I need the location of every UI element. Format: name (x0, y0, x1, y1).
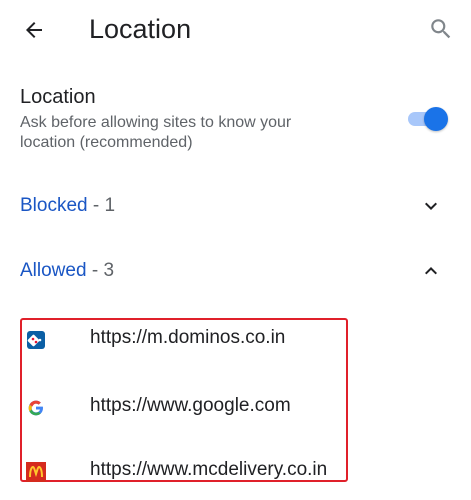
chevron-down-icon (425, 202, 437, 210)
location-toggle[interactable] (404, 106, 448, 131)
arrow-back-icon (26, 22, 42, 38)
collapse-button[interactable] (419, 259, 443, 283)
allowed-label: Allowed (20, 260, 87, 281)
search-button[interactable] (424, 12, 458, 46)
blocked-section-label: Blocked - 1 (20, 195, 115, 217)
setting-description: Ask before allowing sites to know your l… (20, 114, 292, 151)
site-row-google[interactable]: https://www.google.com (22, 390, 350, 440)
site-url: https://m.dominos.co.in (90, 327, 286, 348)
setting-title: Location (20, 86, 96, 108)
location-setting-row[interactable]: Location Ask before allowing sites to kn… (0, 78, 471, 158)
allowed-section-header[interactable]: Allowed - 3 (0, 247, 471, 295)
chevron-up-icon (425, 267, 437, 275)
google-icon (26, 398, 46, 418)
toggle-thumb (424, 107, 448, 131)
allowed-section-label: Allowed - 3 (20, 260, 114, 282)
blocked-count: 1 (104, 195, 116, 216)
blocked-label: Blocked (20, 195, 88, 216)
expand-button[interactable] (419, 194, 443, 218)
blocked-section-header[interactable]: Blocked - 1 (0, 182, 471, 230)
dominos-icon (26, 330, 46, 350)
location-settings-screen: Location Location Ask before allowing si… (0, 0, 471, 500)
site-url: https://www.mcdelivery.co.in (90, 459, 328, 480)
mcdelivery-icon (26, 462, 46, 482)
page-title: Location (89, 14, 192, 44)
site-url: https://www.google.com (90, 395, 291, 416)
back-button[interactable] (16, 12, 52, 48)
search-icon (431, 19, 451, 39)
allowed-sites-list: https://m.dominos.co.in https://www.goog… (20, 318, 348, 482)
blocked-separator: - (87, 195, 105, 216)
site-row-dominos[interactable]: https://m.dominos.co.in (22, 322, 350, 372)
allowed-count: 3 (103, 260, 115, 281)
toolbar: Location (0, 0, 471, 60)
allowed-separator: - (86, 260, 104, 281)
site-row-mcdelivery[interactable]: https://www.mcdelivery.co.in (22, 454, 350, 500)
